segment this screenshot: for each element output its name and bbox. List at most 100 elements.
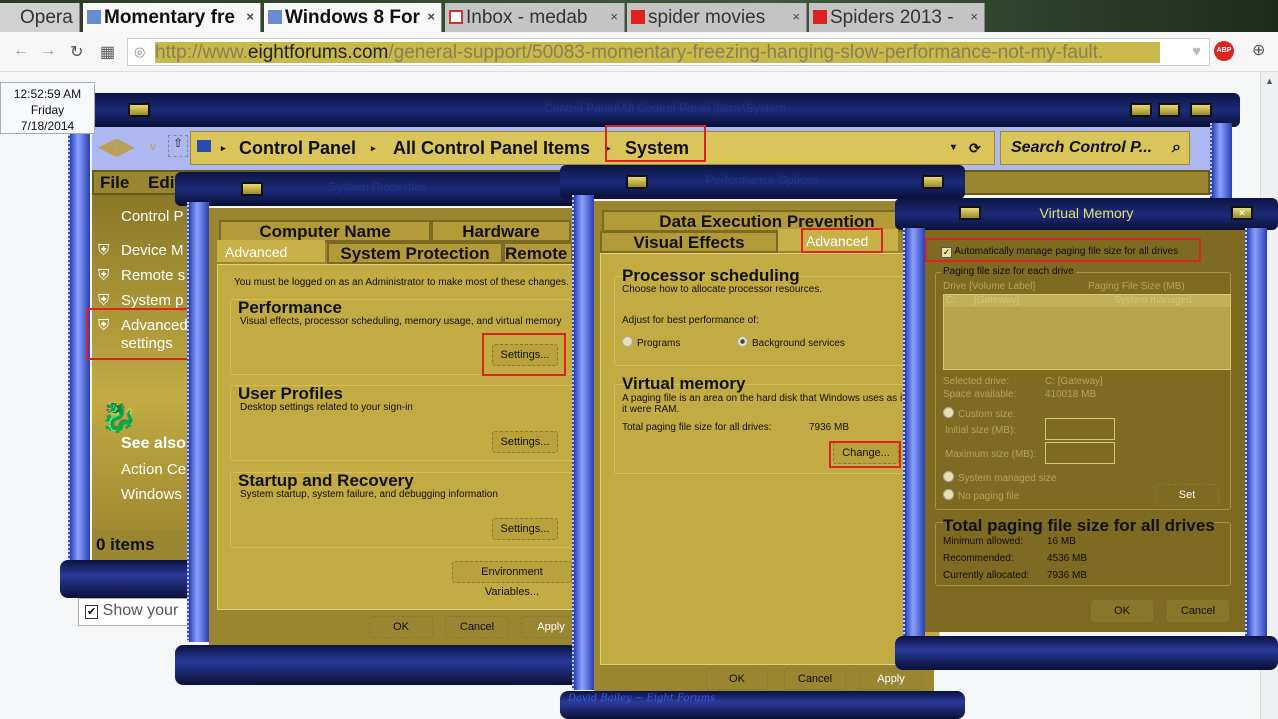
address-dropdown-icon[interactable]: ▾ [951, 132, 956, 164]
tab-visual-effects[interactable]: Visual Effects [600, 231, 778, 253]
performance-options-title-bar[interactable]: Performance Options [560, 165, 965, 199]
ok-button[interactable]: OK [706, 668, 768, 690]
virtual-memory-desc: A paging file is an area on the hard dis… [622, 393, 905, 415]
back-arrow-icon[interactable]: ◀▶ [98, 132, 135, 161]
link-windows-update[interactable]: Windows [121, 486, 182, 503]
tab-system-protection[interactable]: System Protection [327, 242, 503, 264]
max-size-label: Maximum size (MB): [945, 449, 1037, 460]
cancel-button[interactable]: Cancel [784, 668, 846, 690]
system-menu-icon[interactable] [626, 175, 648, 189]
refresh-icon[interactable]: ⟳ [969, 132, 981, 164]
control-panel-title-bar[interactable]: Control Panel\All Control Panel Items\Sy… [90, 93, 1240, 127]
tab-inbox[interactable]: Inbox - medab × [445, 3, 625, 32]
search-icon: ⌕ [1172, 139, 1181, 156]
max-size-input[interactable] [1045, 442, 1115, 464]
download-icon[interactable]: ⊕ [1252, 40, 1265, 60]
breadcrumb-control-panel[interactable]: Control Panel [239, 132, 356, 164]
custom-size-label: Custom size: [958, 409, 1016, 420]
startup-recovery-desc: System startup, system failure, and debu… [240, 489, 498, 500]
close-tab-icon[interactable]: × [427, 9, 435, 24]
radio-no-paging[interactable]: No paging file [943, 489, 1019, 502]
shield-icon: ⛨ [98, 242, 110, 259]
system-menu-icon[interactable] [959, 206, 981, 220]
virtual-memory-title-bar[interactable]: Virtual Memory [895, 198, 1278, 230]
selected-drive-label: Selected drive: [943, 376, 1010, 387]
close-tab-icon[interactable]: × [970, 9, 978, 24]
close-tab-icon[interactable]: × [246, 9, 254, 24]
ok-button[interactable]: OK [1091, 600, 1153, 622]
environment-variables-button[interactable]: Environment Variables... [452, 561, 572, 598]
virtual-memory-window: Virtual Memory ✕ ✓ Automatically manage … [895, 198, 1278, 670]
user-profiles-heading: User Profiles [238, 384, 343, 403]
cancel-button[interactable]: Cancel [445, 616, 509, 638]
show-your-checkbox-row[interactable]: ✔ Show your [78, 598, 188, 626]
frame-rail-left [903, 228, 925, 638]
url-text: http://www.eightforums.com/general-suppo… [155, 42, 1160, 63]
user-profiles-settings-button[interactable]: Settings... [492, 431, 558, 453]
adblock-icon[interactable]: ABP [1214, 41, 1234, 61]
url-field[interactable]: ◎ http://www.eightforums.com/general-sup… [127, 38, 1210, 66]
set-button[interactable]: Set [1155, 484, 1219, 506]
chevron-right-icon: ▸ [221, 143, 226, 153]
menu-file[interactable]: File [100, 172, 129, 193]
bookmark-heart-icon[interactable]: ♥ [1192, 43, 1201, 60]
address-toolbar: ← → ↻ ▦ ◎ http://www.eightforums.com/gen… [0, 32, 1278, 72]
radio-programs[interactable]: Programs [622, 336, 680, 349]
tab-computer-name[interactable]: Computer Name [219, 220, 431, 242]
apply-button[interactable]: Apply [860, 668, 922, 690]
highlight-auto-manage [925, 238, 1201, 262]
startup-recovery-settings-button[interactable]: Settings... [492, 518, 558, 540]
up-level-icon[interactable]: ⇧ [168, 135, 188, 157]
tab-spiders-2013[interactable]: Spiders 2013 - × [809, 3, 985, 32]
forward-icon[interactable]: → [40, 42, 56, 60]
reload-icon[interactable]: ↻ [70, 42, 83, 62]
drive-row[interactable]: C: [Gateway] System managed [944, 295, 1230, 307]
site-info-icon[interactable]: ◎ [134, 44, 145, 60]
breadcrumb-all-items[interactable]: All Control Panel Items [393, 132, 590, 164]
system-menu-icon[interactable] [241, 182, 263, 196]
close-icon[interactable] [1190, 103, 1212, 117]
admin-note: You must be logged on as an Administrato… [234, 277, 569, 288]
tab-advanced[interactable]: Advanced [217, 240, 325, 262]
checkbox-checked-icon[interactable]: ✔ [85, 605, 99, 619]
close-tab-icon[interactable]: × [610, 9, 618, 24]
speed-dial-icon[interactable]: ▦ [100, 42, 115, 62]
frame-rail-left [572, 195, 594, 690]
initial-size-label: Initial size (MB): [945, 425, 1017, 436]
space-available-value: 410018 MB [1045, 389, 1097, 400]
history-dropdown-icon[interactable]: v [150, 139, 156, 153]
opera-menu-button[interactable]: Opera [0, 3, 80, 32]
radio-custom-size[interactable]: Custom size: [943, 407, 1016, 420]
scroll-up-icon[interactable]: ▲ [1265, 76, 1274, 86]
breadcrumb[interactable]: ▸ Control Panel ▸ All Control Panel Item… [190, 131, 995, 165]
radio-icon [943, 471, 954, 482]
system-properties-title-bar[interactable]: System Properties [175, 172, 580, 206]
radio-background-services[interactable]: Background services [737, 336, 845, 349]
url-domain: eightforums.com [247, 42, 389, 63]
cancel-button[interactable]: Cancel [1167, 600, 1229, 622]
close-icon[interactable]: ✕ [1231, 206, 1253, 220]
tab-windows8[interactable]: Windows 8 For × [264, 3, 442, 32]
column-drive: Drive [Volume Label] [943, 281, 1036, 292]
close-tab-icon[interactable]: × [792, 9, 800, 24]
youtube-favicon-icon [813, 10, 827, 24]
tab-momentary[interactable]: Momentary fre × [83, 3, 261, 32]
processor-desc: Choose how to allocate processor resourc… [622, 284, 823, 295]
search-placeholder: Search Control P... [1011, 139, 1153, 156]
tab-spider-movies[interactable]: spider movies × [627, 3, 807, 32]
forum-favicon-icon [87, 10, 101, 24]
search-input[interactable]: Search Control P... ⌕ [1000, 131, 1190, 165]
initial-size-input[interactable] [1045, 418, 1115, 440]
close-icon[interactable] [922, 175, 944, 189]
window-title: Virtual Memory [1039, 205, 1134, 221]
system-menu-icon[interactable] [128, 103, 150, 117]
forum-favicon-icon [268, 10, 282, 24]
drive-list[interactable]: C: [Gateway] System managed [943, 294, 1231, 370]
minimize-icon[interactable] [1130, 103, 1152, 117]
tab-hardware[interactable]: Hardware [431, 220, 571, 242]
currently-allocated-value: 7936 MB [1047, 570, 1088, 581]
ok-button[interactable]: OK [369, 616, 433, 638]
radio-system-managed[interactable]: System managed size [943, 471, 1056, 484]
maximize-icon[interactable] [1158, 103, 1180, 117]
back-icon[interactable]: ← [13, 42, 29, 60]
